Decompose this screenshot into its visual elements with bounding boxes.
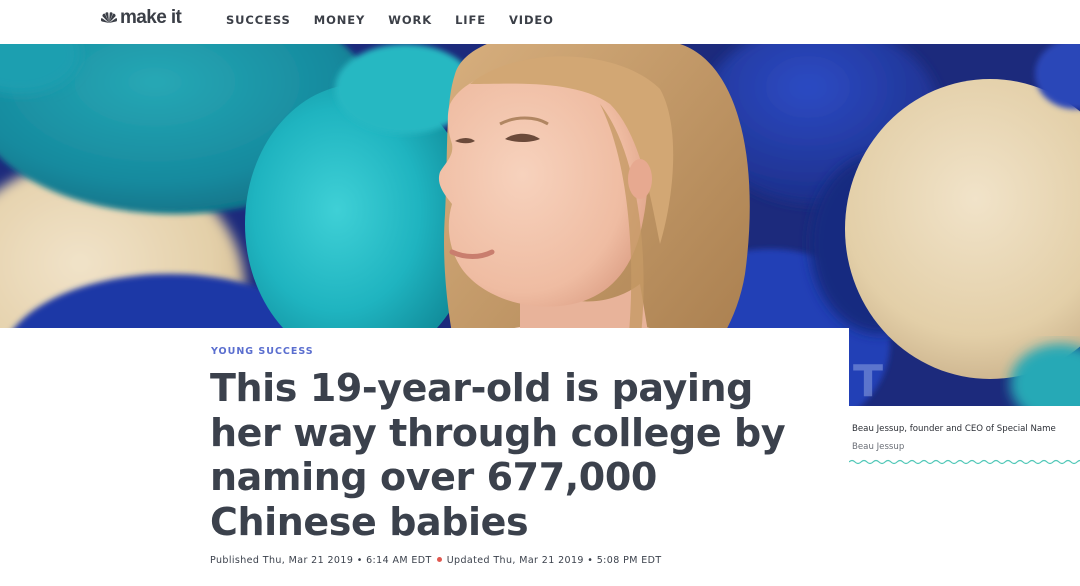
article-headline: This 19-year-old is paying her way throu… — [210, 366, 786, 544]
published-timestamp: Published Thu, Mar 21 2019 • 6:14 AM EDT — [210, 555, 432, 566]
caption-wave-divider — [849, 459, 1080, 465]
top-navigation-bar: make it SUCCESS MONEY WORK LIFE VIDEO — [0, 0, 1080, 44]
image-caption-box — [849, 406, 1080, 466]
nav-item-money[interactable]: MONEY — [314, 13, 366, 27]
image-credit: Beau Jessup — [852, 442, 905, 452]
separator-dot-icon — [436, 557, 442, 562]
site-logo[interactable]: make it — [101, 6, 182, 30]
svg-text:T: T — [853, 356, 883, 406]
updated-timestamp: Updated Thu, Mar 21 2019 • 5:08 PM EDT — [446, 555, 662, 566]
logo-wordmark: make it — [120, 7, 182, 28]
nav-item-success[interactable]: SUCCESS — [226, 13, 291, 27]
image-caption: Beau Jessup, founder and CEO of Special … — [852, 424, 1056, 434]
article-dateline: Published Thu, Mar 21 2019 • 6:14 AM EDT… — [210, 555, 662, 566]
nav-item-video[interactable]: VIDEO — [509, 13, 554, 27]
article-kicker-link[interactable]: YOUNG SUCCESS — [211, 346, 314, 357]
peacock-icon — [101, 12, 117, 23]
nav-item-life[interactable]: LIFE — [455, 13, 486, 27]
main-nav: SUCCESS MONEY WORK LIFE VIDEO — [226, 13, 577, 27]
nav-item-work[interactable]: WORK — [388, 13, 432, 27]
